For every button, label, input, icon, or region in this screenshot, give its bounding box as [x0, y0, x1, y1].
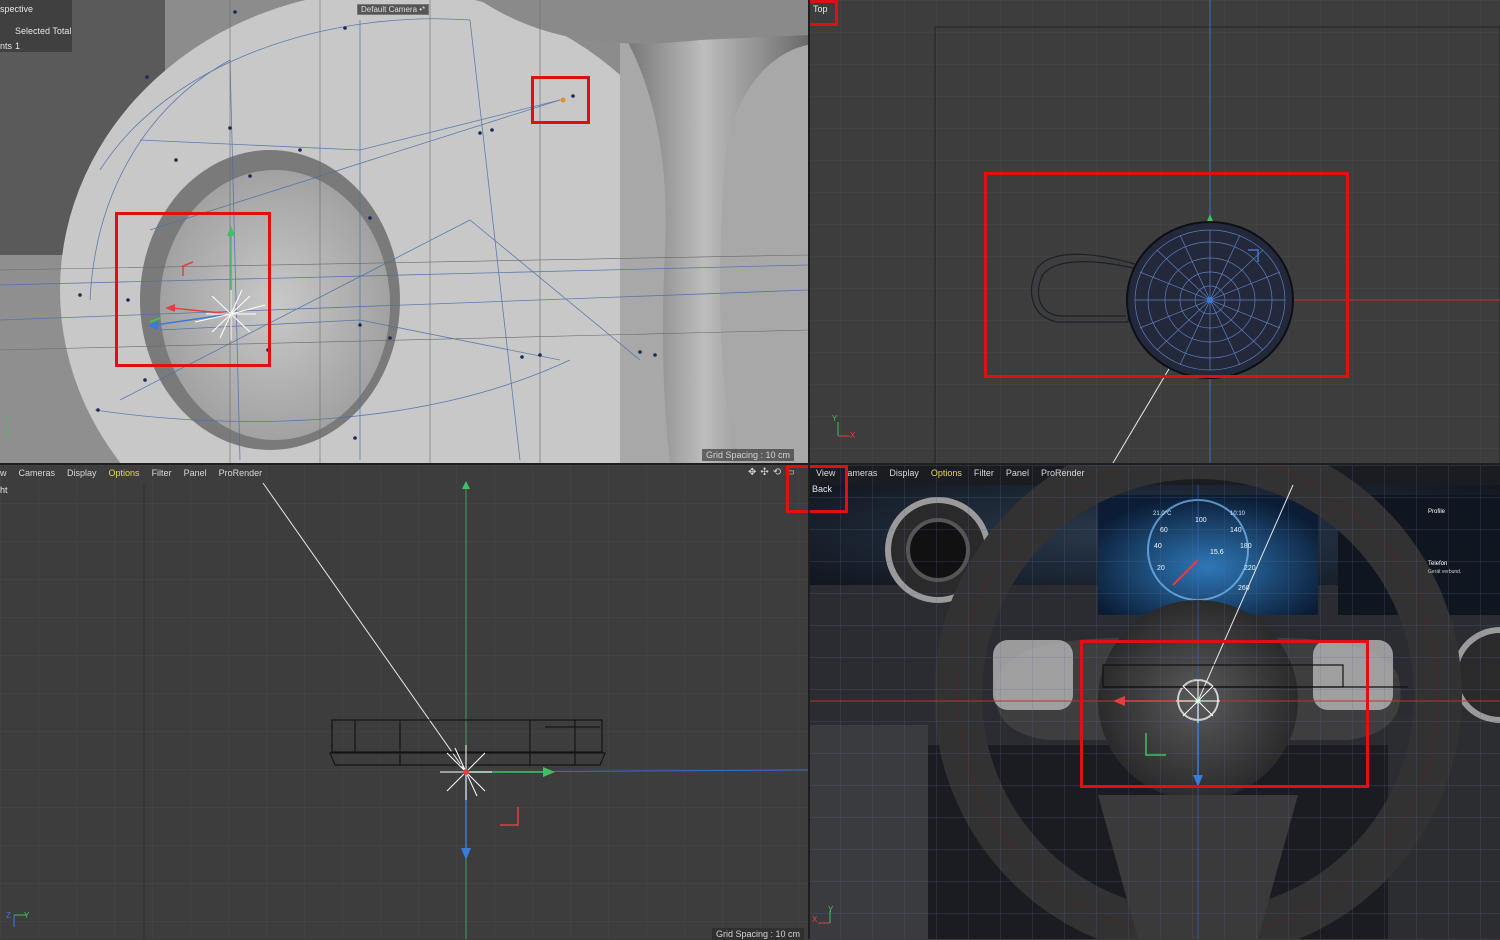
phone-status: Gerät verbund. — [1428, 569, 1462, 575]
menu-cameras[interactable]: Cameras — [19, 468, 56, 478]
viewport-divider-horizontal[interactable] — [0, 463, 1500, 465]
speed-tick-260: 260 — [1238, 585, 1250, 592]
menu-cameras[interactable]: ameras — [847, 468, 877, 478]
points-label: nts — [0, 41, 13, 51]
zoom-icon[interactable]: ✣ — [760, 467, 768, 478]
axis-y-label: Y — [832, 414, 838, 423]
profile-label: Profile — [1428, 509, 1446, 515]
camera-selector[interactable]: Default Camera •* — [357, 4, 430, 15]
speed-tick-140: 140 — [1230, 527, 1242, 534]
speed-tick-60: 60 — [1160, 527, 1168, 534]
menu-display[interactable]: Display — [67, 468, 97, 478]
grid-spacing-label: Grid Spacing : 10 cm — [702, 449, 795, 461]
viewport-name[interactable]: spective — [0, 4, 33, 14]
menu-panel[interactable]: Panel — [184, 468, 207, 478]
speed-tick-100: 100 — [1195, 517, 1207, 524]
phone-label: Telefon — [1428, 561, 1448, 567]
highlight-box-viewname — [808, 0, 838, 26]
highlight-box-gizmo — [115, 212, 271, 367]
highlight-box-point — [531, 76, 590, 124]
menu-options[interactable]: Options — [109, 468, 140, 478]
menu-prorender[interactable]: ProRender — [219, 468, 263, 478]
cluster-odometer: 15.6 — [1210, 549, 1224, 556]
viewport-divider-vertical[interactable] — [808, 0, 810, 939]
axis-x-label: X — [850, 431, 856, 440]
cluster-time: 10:10 — [1230, 511, 1246, 517]
right-viewport[interactable]: w Cameras Display Options Filter Panel P… — [0, 465, 808, 939]
menu-options[interactable]: Options — [931, 468, 962, 478]
menu-filter[interactable]: Filter — [974, 468, 994, 478]
back-viewport[interactable]: 21.0°C 10:10 15.6 40 60 100 140 180 20 2… — [808, 465, 1500, 939]
top-viewport[interactable]: Top Y X — [808, 0, 1500, 463]
camera-name: Default Camera — [361, 5, 418, 14]
axis-y-label: Y — [5, 414, 11, 423]
menu-filter[interactable]: Filter — [152, 468, 172, 478]
back-viewport-menubar: View ameras Display Options Filter Panel… — [816, 465, 1084, 481]
rotate-icon[interactable]: ⟲ — [773, 467, 781, 478]
grid-spacing-label-back: Grid Spacing : 10 cm — [712, 928, 805, 940]
speed-tick-40: 40 — [1154, 543, 1162, 550]
highlight-box-wheel-back — [1080, 640, 1369, 788]
viewport-name[interactable]: ht — [0, 485, 8, 495]
axis-x-label: X — [812, 915, 818, 924]
axis-z-label: Z — [6, 911, 11, 920]
axis-y-label: Y — [24, 911, 30, 920]
speed-tick-20: 20 — [1157, 565, 1165, 572]
right-viewport-menubar: w Cameras Display Options Filter Panel P… — [0, 465, 262, 481]
menu-prorender[interactable]: ProRender — [1041, 468, 1085, 478]
menu-view[interactable]: w — [0, 468, 7, 478]
points-value: 1 — [15, 41, 21, 51]
perspective-viewport[interactable]: spective Selected Total nts 1 Default Ca… — [0, 0, 808, 463]
menu-display[interactable]: Display — [889, 468, 919, 478]
selected-total-header: Selected Total — [15, 26, 72, 36]
speed-tick-180: 180 — [1240, 543, 1252, 550]
highlight-box-back-label — [786, 465, 848, 513]
axis-y-label: Y — [828, 905, 834, 914]
move-icon[interactable]: ✥ — [748, 467, 756, 478]
highlight-box-wheel — [984, 172, 1349, 378]
cluster-temp: 21.0°C — [1153, 511, 1172, 517]
speed-tick-220: 220 — [1244, 565, 1256, 572]
camera-icon: •* — [419, 5, 426, 14]
right-scene — [0, 465, 808, 939]
menu-panel[interactable]: Panel — [1006, 468, 1029, 478]
